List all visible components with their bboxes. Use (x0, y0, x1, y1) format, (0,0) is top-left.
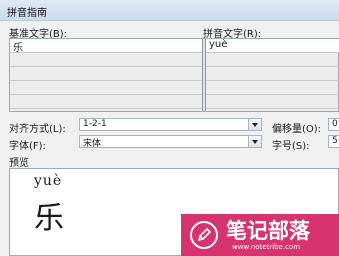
base-text-field[interactable] (10, 67, 202, 80)
font-select[interactable]: 宋体 (79, 135, 262, 149)
ruby-grid: 乐 yuè (9, 38, 339, 112)
ruby-text-field[interactable]: yuè (206, 39, 339, 52)
chevron-down-icon[interactable] (248, 119, 261, 130)
table-row (10, 53, 339, 67)
offset-value: 0 (332, 119, 338, 129)
watermark: 笔记部落 www.notetribe.com (181, 214, 339, 256)
table-row (10, 67, 339, 81)
chevron-down-icon[interactable] (248, 136, 261, 147)
preview-label: 预览 (9, 158, 29, 169)
table-row (10, 95, 339, 109)
title-bar: 拼音指南 (0, 0, 339, 21)
ruby-text-field[interactable] (206, 67, 339, 80)
size-value: 5 (332, 136, 338, 146)
base-text-field[interactable]: 乐 (10, 39, 202, 54)
offset-stepper[interactable]: 0 (328, 118, 339, 131)
base-text-field[interactable] (10, 81, 202, 94)
preview-pinyin: yuè (34, 173, 63, 189)
ruby-text-field[interactable] (206, 53, 339, 66)
table-row: 乐 yuè (10, 39, 339, 54)
ruby-text-field[interactable] (206, 95, 339, 108)
ruby-text-field[interactable] (206, 81, 339, 94)
alignment-select[interactable]: 1-2-1 (79, 118, 262, 131)
alignment-label: 对齐方式(L): (9, 124, 66, 135)
column-divider (202, 39, 206, 111)
base-text-field[interactable] (10, 95, 202, 108)
preview-character: 乐 (34, 201, 64, 236)
base-text-field[interactable] (10, 53, 202, 66)
table-row (10, 81, 339, 95)
watermark-text: 笔记部落 (226, 219, 310, 243)
watermark-url: www.notetribe.com (232, 243, 301, 251)
font-label: 字体(F): (9, 141, 46, 152)
alignment-value: 1-2-1 (83, 119, 107, 129)
offset-label: 偏移量(O): (272, 124, 322, 135)
pencil-icon (190, 221, 218, 249)
size-stepper[interactable]: 5 (328, 135, 339, 148)
size-label: 字号(S): (272, 141, 310, 152)
window-title: 拼音指南 (7, 8, 47, 19)
font-value: 宋体 (83, 139, 102, 149)
